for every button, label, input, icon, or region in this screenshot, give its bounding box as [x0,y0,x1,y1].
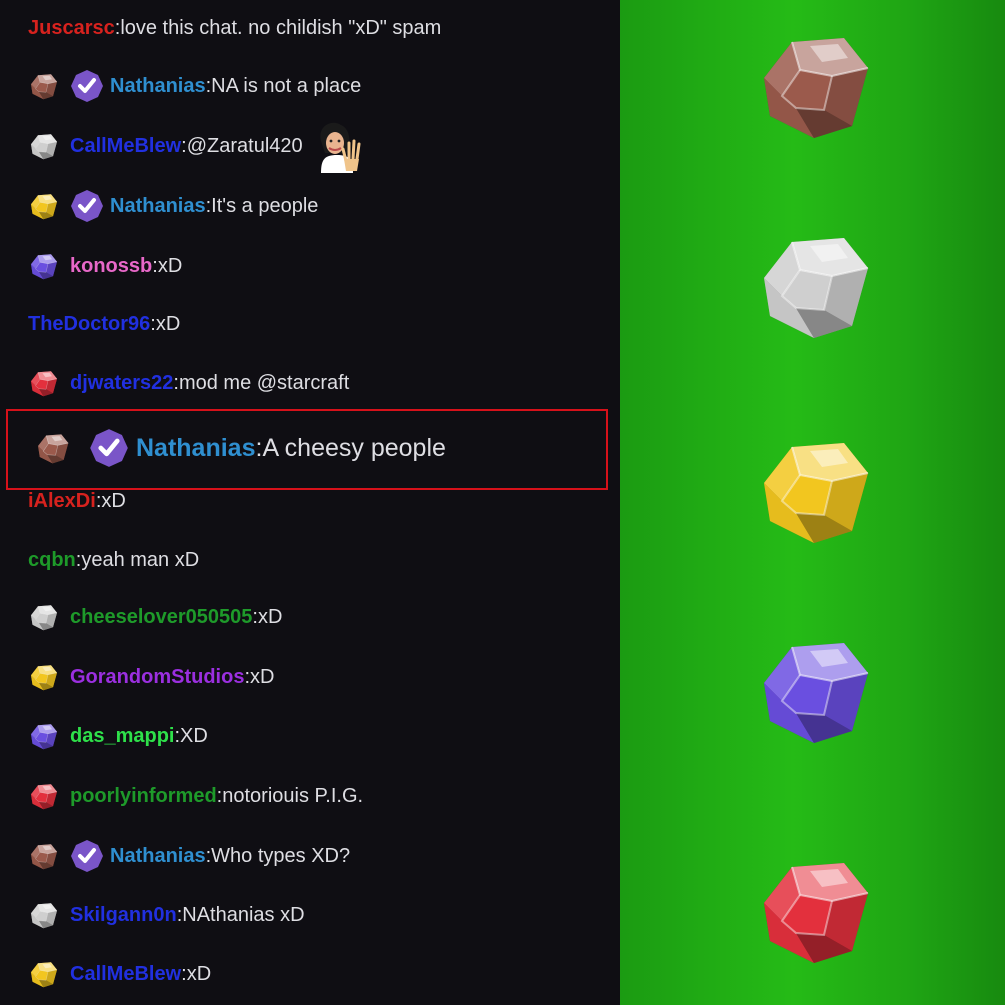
chat-text: xD [186,962,212,985]
chat-username[interactable]: iAlexDi [28,490,96,513]
chat-username[interactable]: Nathanias [110,195,206,218]
chat-username[interactable]: djwaters22 [70,372,173,395]
sub-badge-icon [28,721,58,751]
chat-username[interactable]: Skilgann0n [70,904,177,927]
chat-text: xD [157,254,183,277]
chat-username[interactable]: Nathanias [110,845,206,868]
chat-message: Skilgann0n: NAthanias xD [28,895,305,935]
chat-username[interactable]: CallMeBlew [70,135,181,158]
verified-badge-icon [70,69,104,103]
chat-message: konossb: xD [28,246,182,286]
sub-badge-icon [28,959,58,989]
verified-badge-icon [70,839,104,873]
brown-gem-icon [752,30,872,140]
sub-badge-icon [28,662,58,692]
sub-badge-icon [28,71,58,101]
verified-badge-icon [70,189,104,223]
purple-gem-icon [752,635,872,745]
chat-panel[interactable]: Juscarsc: love this chat. no childish "x… [0,0,620,1005]
sub-badge-icon [28,900,58,930]
chat-username[interactable]: CallMeBlew [70,963,181,986]
chat-message: djwaters22: mod me @starcraft [28,363,349,403]
chat-message: Nathanias: Who types XD? [28,836,350,876]
chat-message: poorlyinformed: notoriouis P.I.G. [28,776,363,816]
chat-message: CallMeBlew: @Zaratul420 [28,119,363,173]
chat-text: NAthanias xD [182,903,305,926]
chat-username[interactable]: TheDoctor96 [28,313,150,336]
chat-username[interactable]: GorandomStudios [70,666,244,689]
chat-message: das_mappi: XD [28,716,208,756]
sub-badge-icon [28,191,58,221]
chat-message: Nathanias: NA is not a place [28,66,361,106]
sub-badge-icon [28,131,58,161]
sub-badge-icon [28,602,58,632]
wave-emote-icon [311,119,363,173]
chat-message: Juscarsc: love this chat. no childish "x… [28,8,441,48]
chat-text: Who types XD? [211,844,351,867]
chat-text: love this chat. no childish "xD" spam [120,16,442,39]
chat-text: It's a people [211,194,319,217]
chat-username[interactable]: Nathanias [110,75,206,98]
chat-username[interactable]: konossb [70,255,152,278]
chat-message: GorandomStudios: xD [28,657,274,697]
stream-view: Juscarsc: love this chat. no childish "x… [0,0,1005,1005]
sub-badge-icon [28,251,58,281]
chat-text: NA is not a place [211,74,362,97]
chat-text: yeah man xD [81,548,200,571]
chat-message: cqbn: yeah man xD [28,540,199,580]
chat-message: CallMeBlew: xD [28,954,211,994]
chat-username[interactable]: cheeselover050505 [70,606,252,629]
red-gem-icon [752,855,872,965]
chat-message: Nathanias: It's a people [28,186,318,226]
sub-badge-icon [28,841,58,871]
chat-message: cheeselover050505: xD [28,597,282,637]
chat-text: xD [257,605,283,628]
chat-text: @Zaratul420 [186,134,303,157]
chat-text: mod me @starcraft [178,371,350,394]
chat-text: xD [155,312,181,335]
chat-username[interactable]: cqbn [28,549,76,572]
chat-username[interactable]: poorlyinformed [70,785,217,808]
sub-badge-icon [28,368,58,398]
white-gem-icon [752,230,872,340]
gold-gem-icon [752,435,872,545]
chat-text: xD [250,665,275,688]
chat-username[interactable]: das_mappi [70,725,174,748]
gem-badge-showcase [620,0,1005,1005]
highlight-box [6,409,608,490]
chat-text: xD [101,489,126,512]
chat-message: TheDoctor96: xD [28,304,180,344]
chat-text: XD [180,724,208,747]
chat-username[interactable]: Juscarsc [28,17,115,40]
sub-badge-icon [28,781,58,811]
chat-text: notoriouis P.I.G. [222,784,364,807]
